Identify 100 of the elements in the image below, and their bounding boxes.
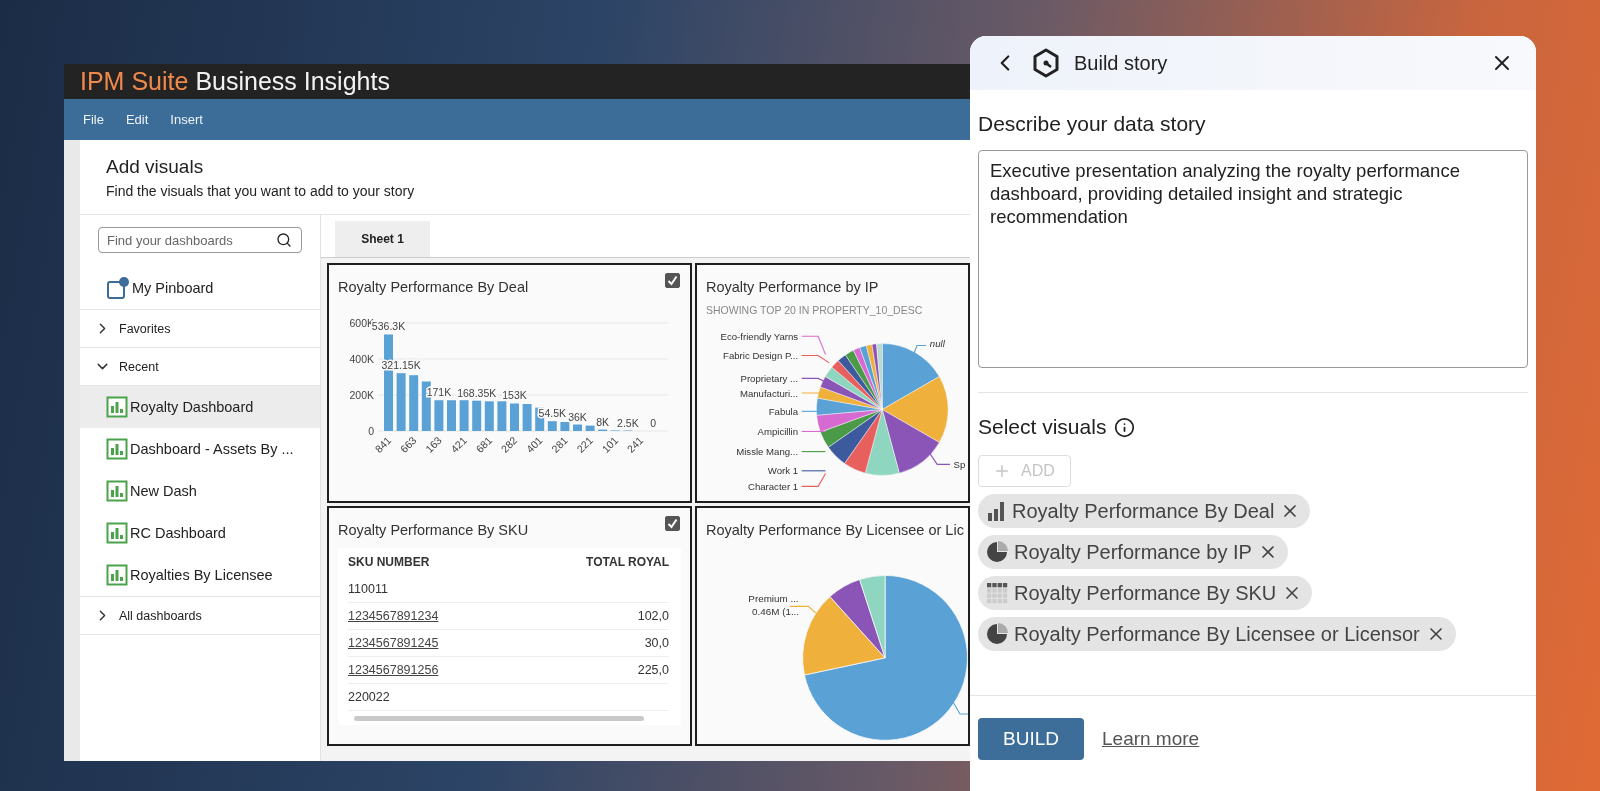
axis-label: 681	[473, 433, 495, 455]
table-cell: 30,0	[644, 636, 669, 650]
section-subtitle: Find the visuals that you want to add to your story	[106, 183, 416, 199]
brand-name: IPM Suite	[80, 69, 189, 94]
data-label: 36K	[568, 410, 587, 423]
slice-label: Sp	[953, 459, 966, 471]
dashboard-icon	[106, 438, 128, 460]
chip-label: Royalty Performance by IP	[1014, 540, 1252, 564]
axis-label: 163	[422, 433, 444, 455]
chart-bar	[522, 404, 532, 431]
table-icon	[986, 582, 1008, 604]
data-label: 8K	[596, 415, 610, 428]
menu-item[interactable]: Insert	[170, 112, 203, 127]
card-title: Royalty Performance By Licensee or Lic	[706, 522, 964, 538]
dashboard-icon	[106, 396, 128, 418]
dashboard-item[interactable]: New Dash	[130, 483, 197, 499]
checkbox[interactable]	[665, 273, 680, 288]
dashboard-icon	[106, 522, 128, 544]
section-title: Add visuals	[106, 156, 205, 178]
dashboard-item[interactable]: Dashboard - Assets By ...	[130, 441, 294, 457]
slice-label: Eco-friendly Yarns	[720, 330, 799, 342]
pinboard-icon	[106, 276, 130, 300]
dashboard-icon	[106, 480, 128, 502]
leader-line	[929, 452, 951, 465]
axis-label: 841	[372, 433, 394, 455]
dashboard-icon	[106, 564, 128, 586]
axis-label: 101	[599, 433, 621, 455]
dashboard-item[interactable]: RC Dashboard	[130, 525, 226, 541]
chart-bar	[447, 400, 456, 431]
chart-bar	[547, 421, 557, 431]
slice-label: Ampicillin	[757, 426, 799, 438]
chart-bar	[484, 401, 494, 431]
description-field[interactable]: Executive presentation analyzing the royalty performance dashboard, providing detailed insight and strategic recommendation	[978, 150, 1528, 368]
sheet-tab[interactable]: Sheet 1	[335, 221, 430, 257]
chart-bar	[497, 401, 507, 431]
axis-label: 282	[498, 433, 520, 455]
leader-line	[801, 430, 827, 432]
slice-label: Fabula	[768, 406, 799, 417]
axis-label: 221	[574, 433, 595, 455]
data-label: 0	[650, 417, 656, 429]
chart-bar	[560, 422, 570, 431]
product-name: Business Insights	[195, 69, 390, 94]
plus-icon	[993, 462, 1011, 480]
chart-bar	[472, 400, 482, 431]
column-header: SKU NUMBER	[348, 555, 430, 569]
chart-bar	[409, 375, 419, 431]
section-label[interactable]: All dashboards	[119, 608, 202, 623]
leader-line	[801, 392, 838, 401]
axis-label: 0	[368, 425, 374, 437]
field-label: Select visuals	[978, 415, 1107, 439]
data-label: 168.35K	[457, 386, 497, 399]
menu-item[interactable]: File	[83, 112, 104, 127]
slice-label: Missle Mang...	[736, 446, 799, 458]
table-cell: 102,0	[637, 609, 669, 623]
data-label: 2.5K	[617, 416, 639, 429]
data-label: 536.3K	[371, 320, 406, 333]
bar-chart-icon	[986, 500, 1006, 522]
slice-label: Fabric Design P...	[723, 350, 799, 362]
pie-chart-icon	[986, 541, 1008, 563]
sku-link[interactable]: 1234567891234	[348, 609, 439, 623]
chart-bar	[434, 400, 444, 431]
dashboard-item[interactable]: Royalties By Licensee	[130, 567, 273, 583]
table-cell: 225,0	[637, 663, 669, 677]
field-label: Describe your data story	[978, 112, 1207, 136]
table-cell: 220022	[348, 690, 390, 704]
slice-label: Manufacturi...	[739, 387, 799, 399]
slice-value: 0.46M (1...	[752, 605, 800, 617]
axis-label: 401	[523, 433, 545, 455]
card-title: Royalty Performance by IP	[706, 279, 879, 295]
panel-title: Build story	[1074, 51, 1169, 75]
slice-label: Character 1	[747, 481, 799, 492]
sku-link[interactable]: 1234567891245	[348, 636, 439, 650]
learn-more-link[interactable]: Learn more	[1102, 728, 1200, 750]
slice-label: null	[929, 338, 945, 350]
chart-bar	[573, 424, 582, 431]
info-icon[interactable]	[1114, 416, 1136, 438]
sidebar-item[interactable]: My Pinboard	[132, 280, 214, 296]
table-cell: 110011	[348, 582, 388, 596]
chart-bar	[459, 400, 469, 431]
checkbox[interactable]	[665, 516, 680, 531]
card-title: Royalty Performance By Deal	[338, 279, 529, 295]
slice-label: Work 1	[767, 465, 799, 477]
menu-item[interactable]: Edit	[125, 112, 149, 127]
search-icon[interactable]	[276, 232, 292, 248]
search-field[interactable]: Find your dashboards	[98, 227, 302, 253]
slice-label: Proprietary ...	[740, 373, 799, 385]
dashboard-item[interactable]: Royalty Dashboard	[130, 399, 254, 415]
leader-line	[951, 700, 968, 715]
axis-label: 421	[448, 433, 469, 455]
chip-label: Royalty Performance By Deal	[1012, 499, 1275, 523]
leader-line	[801, 451, 827, 453]
column-header: TOTAL ROYAL	[586, 555, 669, 569]
chart-bar	[396, 373, 406, 431]
sku-link[interactable]: 1234567891256	[348, 663, 439, 677]
axis-label: 663	[397, 433, 419, 455]
chip-label: Royalty Performance By SKU	[1014, 581, 1277, 605]
section-label[interactable]: Recent	[119, 359, 159, 374]
build-button[interactable]: BUILD	[978, 718, 1084, 760]
pie-chart-icon	[986, 623, 1008, 645]
section-label[interactable]: Favorites	[119, 321, 171, 336]
